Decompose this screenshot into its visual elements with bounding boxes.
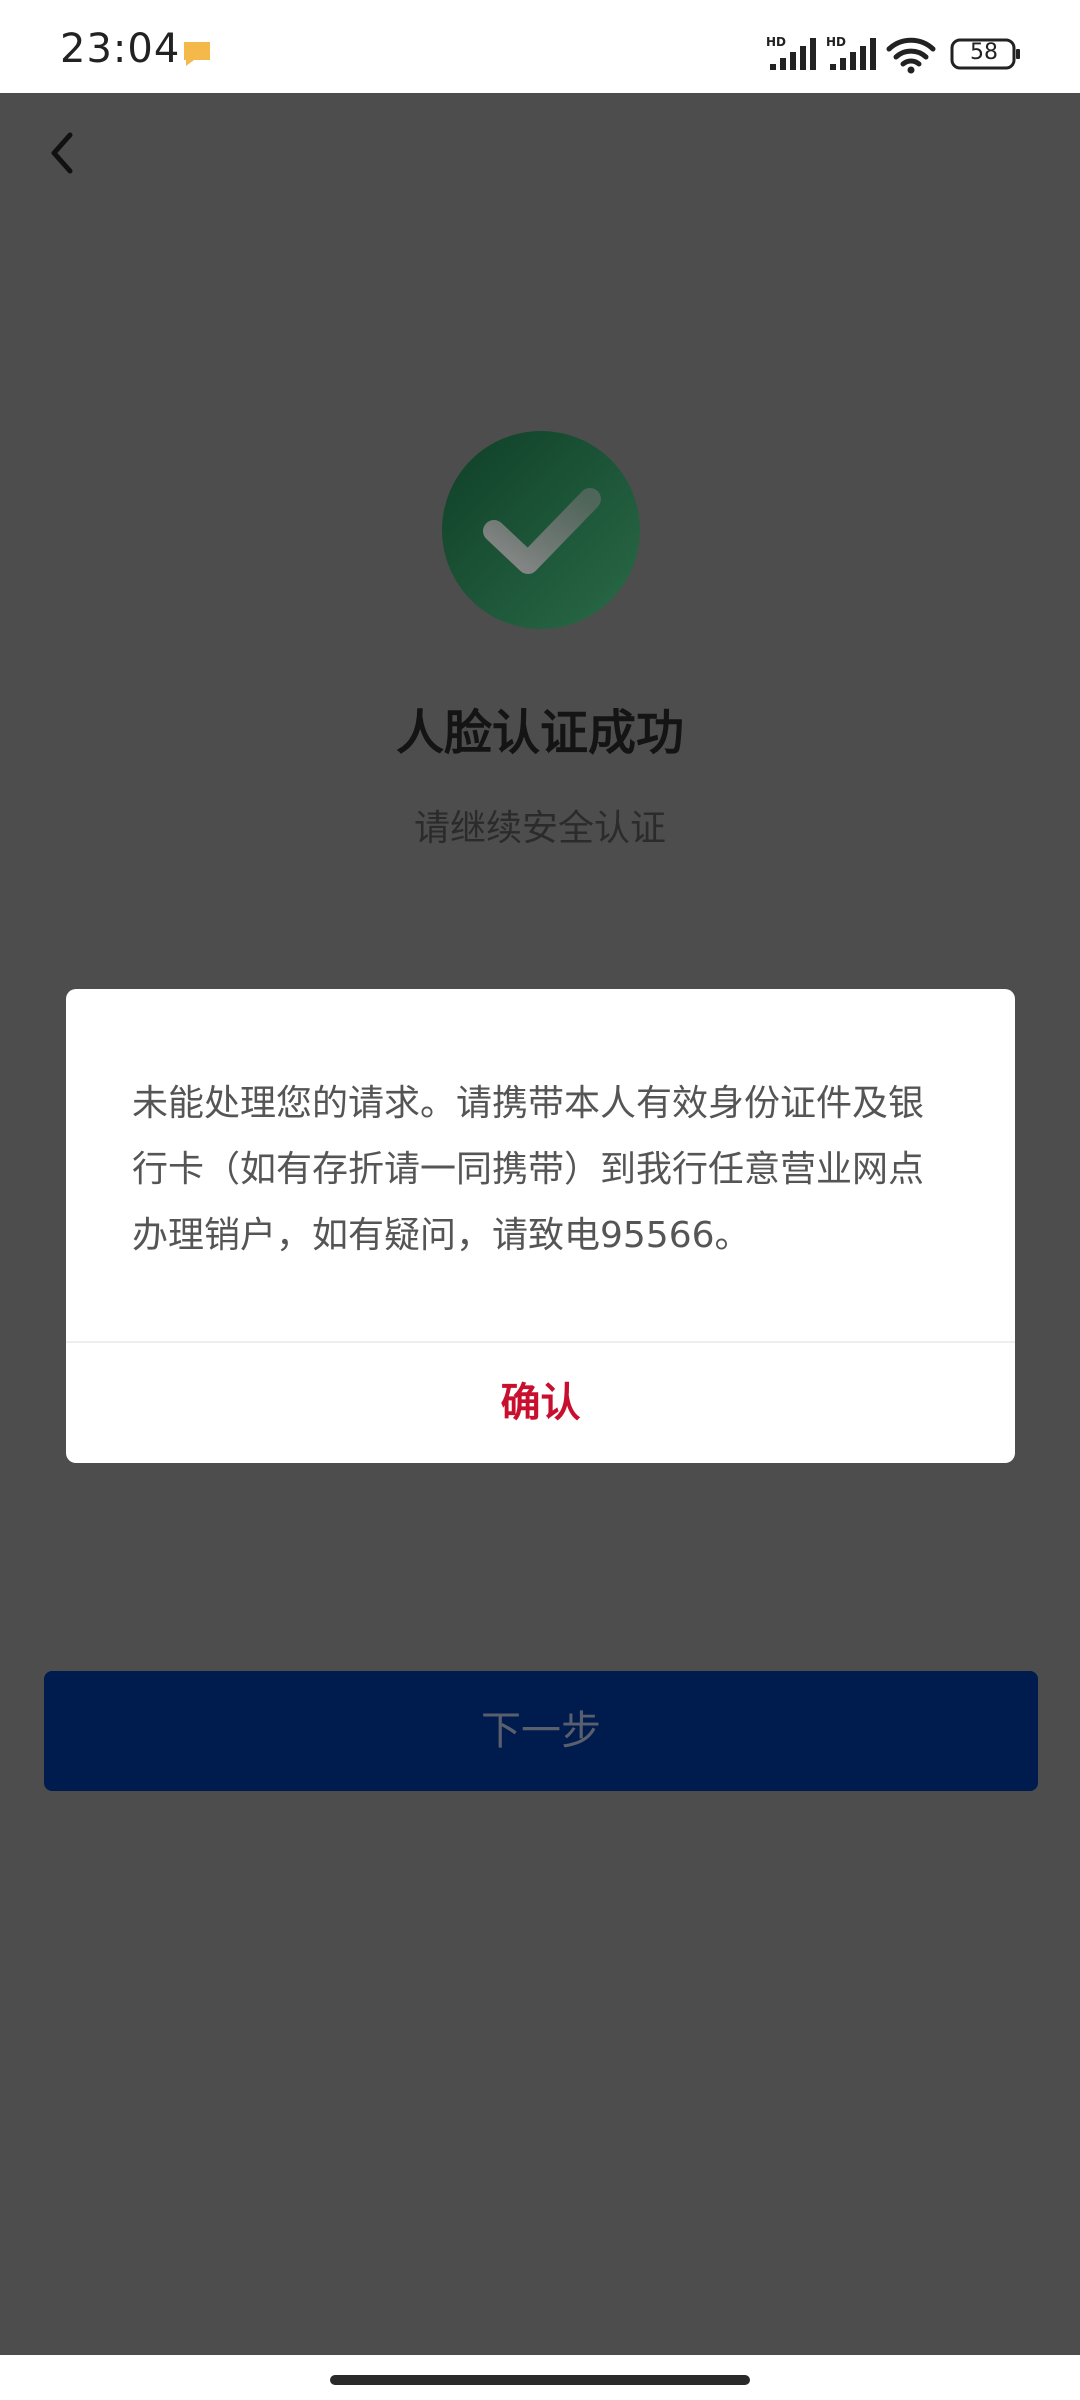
page-subtitle: 请继续安全认证 (413, 808, 666, 849)
page-title: 人脸认证成功 (395, 705, 684, 761)
status-bar: 23:04 HD HD 58 (0, 0, 1080, 93)
back-button[interactable] (40, 123, 84, 183)
svg-text:HD: HD (826, 35, 846, 49)
chevron-left-icon (51, 132, 73, 174)
confirm-button[interactable]: 确认 (66, 1343, 1015, 1463)
navigation-bar (0, 2355, 1080, 2400)
alert-dialog: 未能处理您的请求。请携带本人有效身份证件及银行卡（如有存折请一同携带）到我行任意… (66, 989, 1015, 1463)
svg-text:HD: HD (766, 35, 786, 49)
dialog-message: 未能处理您的请求。请携带本人有效身份证件及银行卡（如有存折请一同携带）到我行任意… (132, 1083, 925, 1256)
phone-screen: 23:04 HD HD 58 人脸认证成功 请继续安全认证 下一步 未能处理您的… (0, 0, 1080, 2400)
wifi-icon (886, 37, 936, 74)
signal-hd-icon: HD (826, 35, 876, 70)
notification-icon (184, 42, 210, 66)
home-indicator[interactable] (330, 2375, 750, 2385)
status-time: 23:04 (60, 26, 181, 72)
signal-hd-icon: HD (766, 35, 816, 70)
battery-level: 58 (970, 40, 998, 65)
check-circle-icon (442, 431, 640, 629)
next-step-button[interactable]: 下一步 (44, 1671, 1038, 1791)
